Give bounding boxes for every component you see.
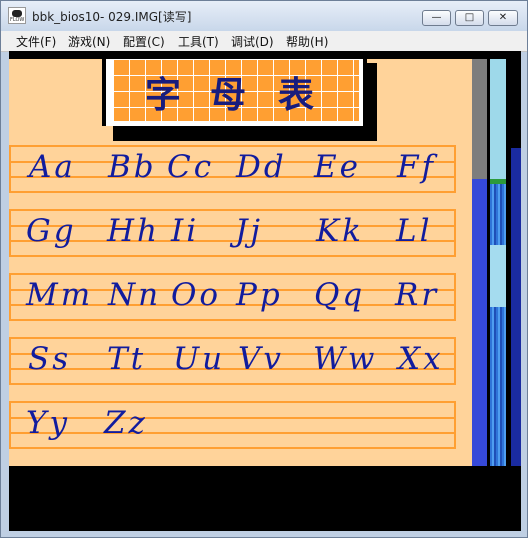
menu-bar: 文件(F) 游戏(N) 配置(C) 工具(T) 调试(D) 帮助(H) (1, 31, 527, 52)
letter-pair-Ii: Ii (171, 213, 200, 249)
window-title: bbk_bios10- 029.IMG[读写] (32, 10, 192, 24)
letter-pair-Ff: Ff (397, 149, 436, 185)
dark-blue-bar (511, 148, 521, 466)
letter-pair-Ee: Ee (314, 149, 361, 185)
alphabet-title-box: 字 母 表 (102, 59, 367, 126)
letter-pair-Nn: Nn (108, 277, 162, 313)
title-char-3: 表 (278, 74, 315, 116)
title-grid: 字 母 表 (113, 59, 359, 121)
sky-bar (490, 59, 506, 179)
close-button[interactable]: ✕ (488, 10, 518, 26)
letter-pair-Dd: Dd (236, 149, 287, 185)
letter-pair-Vv: Vv (238, 341, 284, 377)
titlebar[interactable]: bbk_bios10- 029.IMG[读写] — □ ✕ (1, 1, 527, 31)
blue-bar (472, 179, 487, 466)
letter-pair-Yy: Yy (26, 405, 70, 441)
letter-pair-Cc: Cc (167, 149, 215, 185)
letter-pair-Oo: Oo (171, 277, 222, 313)
gray-bar (472, 59, 487, 179)
maximize-icon: □ (464, 12, 475, 23)
menu-help[interactable]: 帮助(H) (286, 33, 328, 50)
letter-row-4: Ss Tt Uu Vv Ww Xx (9, 337, 456, 385)
letter-pair-Rr: Rr (395, 277, 440, 313)
letter-pair-Ww: Ww (313, 341, 378, 377)
alphabet-page: 字 母 表 Aa Bb Cc Dd Ee Ff Gg Hh Ii Jj Kk L… (9, 59, 472, 466)
menu-debug[interactable]: 调试(D) (231, 33, 274, 50)
title-char-1: 字 (145, 74, 182, 116)
letter-pair-Gg: Gg (26, 213, 77, 249)
emulator-window: bbk_bios10- 029.IMG[读写] — □ ✕ 文件(F) 游戏(N… (0, 0, 528, 538)
letter-pair-Mm: Mm (26, 277, 94, 313)
menu-tools[interactable]: 工具(T) (178, 33, 219, 50)
letter-row-5: Yy Zz (9, 401, 456, 449)
screen-bottom (9, 466, 521, 531)
letter-pair-Xx: Xx (398, 341, 444, 377)
menu-games[interactable]: 游戏(N) (68, 33, 110, 50)
letter-pair-Aa: Aa (29, 149, 76, 185)
letter-pair-Uu: Uu (173, 341, 226, 377)
letter-row-2: Gg Hh Ii Jj Kk Ll (9, 209, 456, 257)
water-bar (490, 179, 506, 466)
letter-pair-Hh: Hh (107, 213, 160, 249)
emulator-screen[interactable]: 字 母 表 Aa Bb Cc Dd Ee Ff Gg Hh Ii Jj Kk L… (9, 51, 521, 531)
letter-pair-Qq: Qq (314, 277, 366, 313)
letter-row-3: Mm Nn Oo Pp Qq Rr (9, 273, 456, 321)
app-icon (8, 7, 26, 24)
letter-pair-Kk: Kk (316, 213, 364, 249)
letter-pair-Pp: Pp (236, 277, 283, 313)
minimize-button[interactable]: — (422, 10, 451, 26)
side-decoration (472, 59, 521, 466)
maximize-button[interactable]: □ (455, 10, 484, 26)
close-icon: ✕ (498, 12, 508, 23)
letter-row-1: Aa Bb Cc Dd Ee Ff (9, 145, 456, 193)
minimize-icon: — (431, 12, 442, 23)
letter-pair-Ss: Ss (28, 341, 72, 377)
menu-file[interactable]: 文件(F) (16, 33, 56, 50)
letter-pair-Zz: Zz (104, 405, 148, 441)
letter-pair-Tt: Tt (107, 341, 147, 377)
title-char-2: 母 (210, 74, 247, 116)
letter-pair-Jj: Jj (235, 213, 264, 249)
letter-pair-Ll: Ll (396, 213, 433, 249)
menu-config[interactable]: 配置(C) (123, 33, 165, 50)
letter-pair-Bb: Bb (108, 149, 157, 185)
